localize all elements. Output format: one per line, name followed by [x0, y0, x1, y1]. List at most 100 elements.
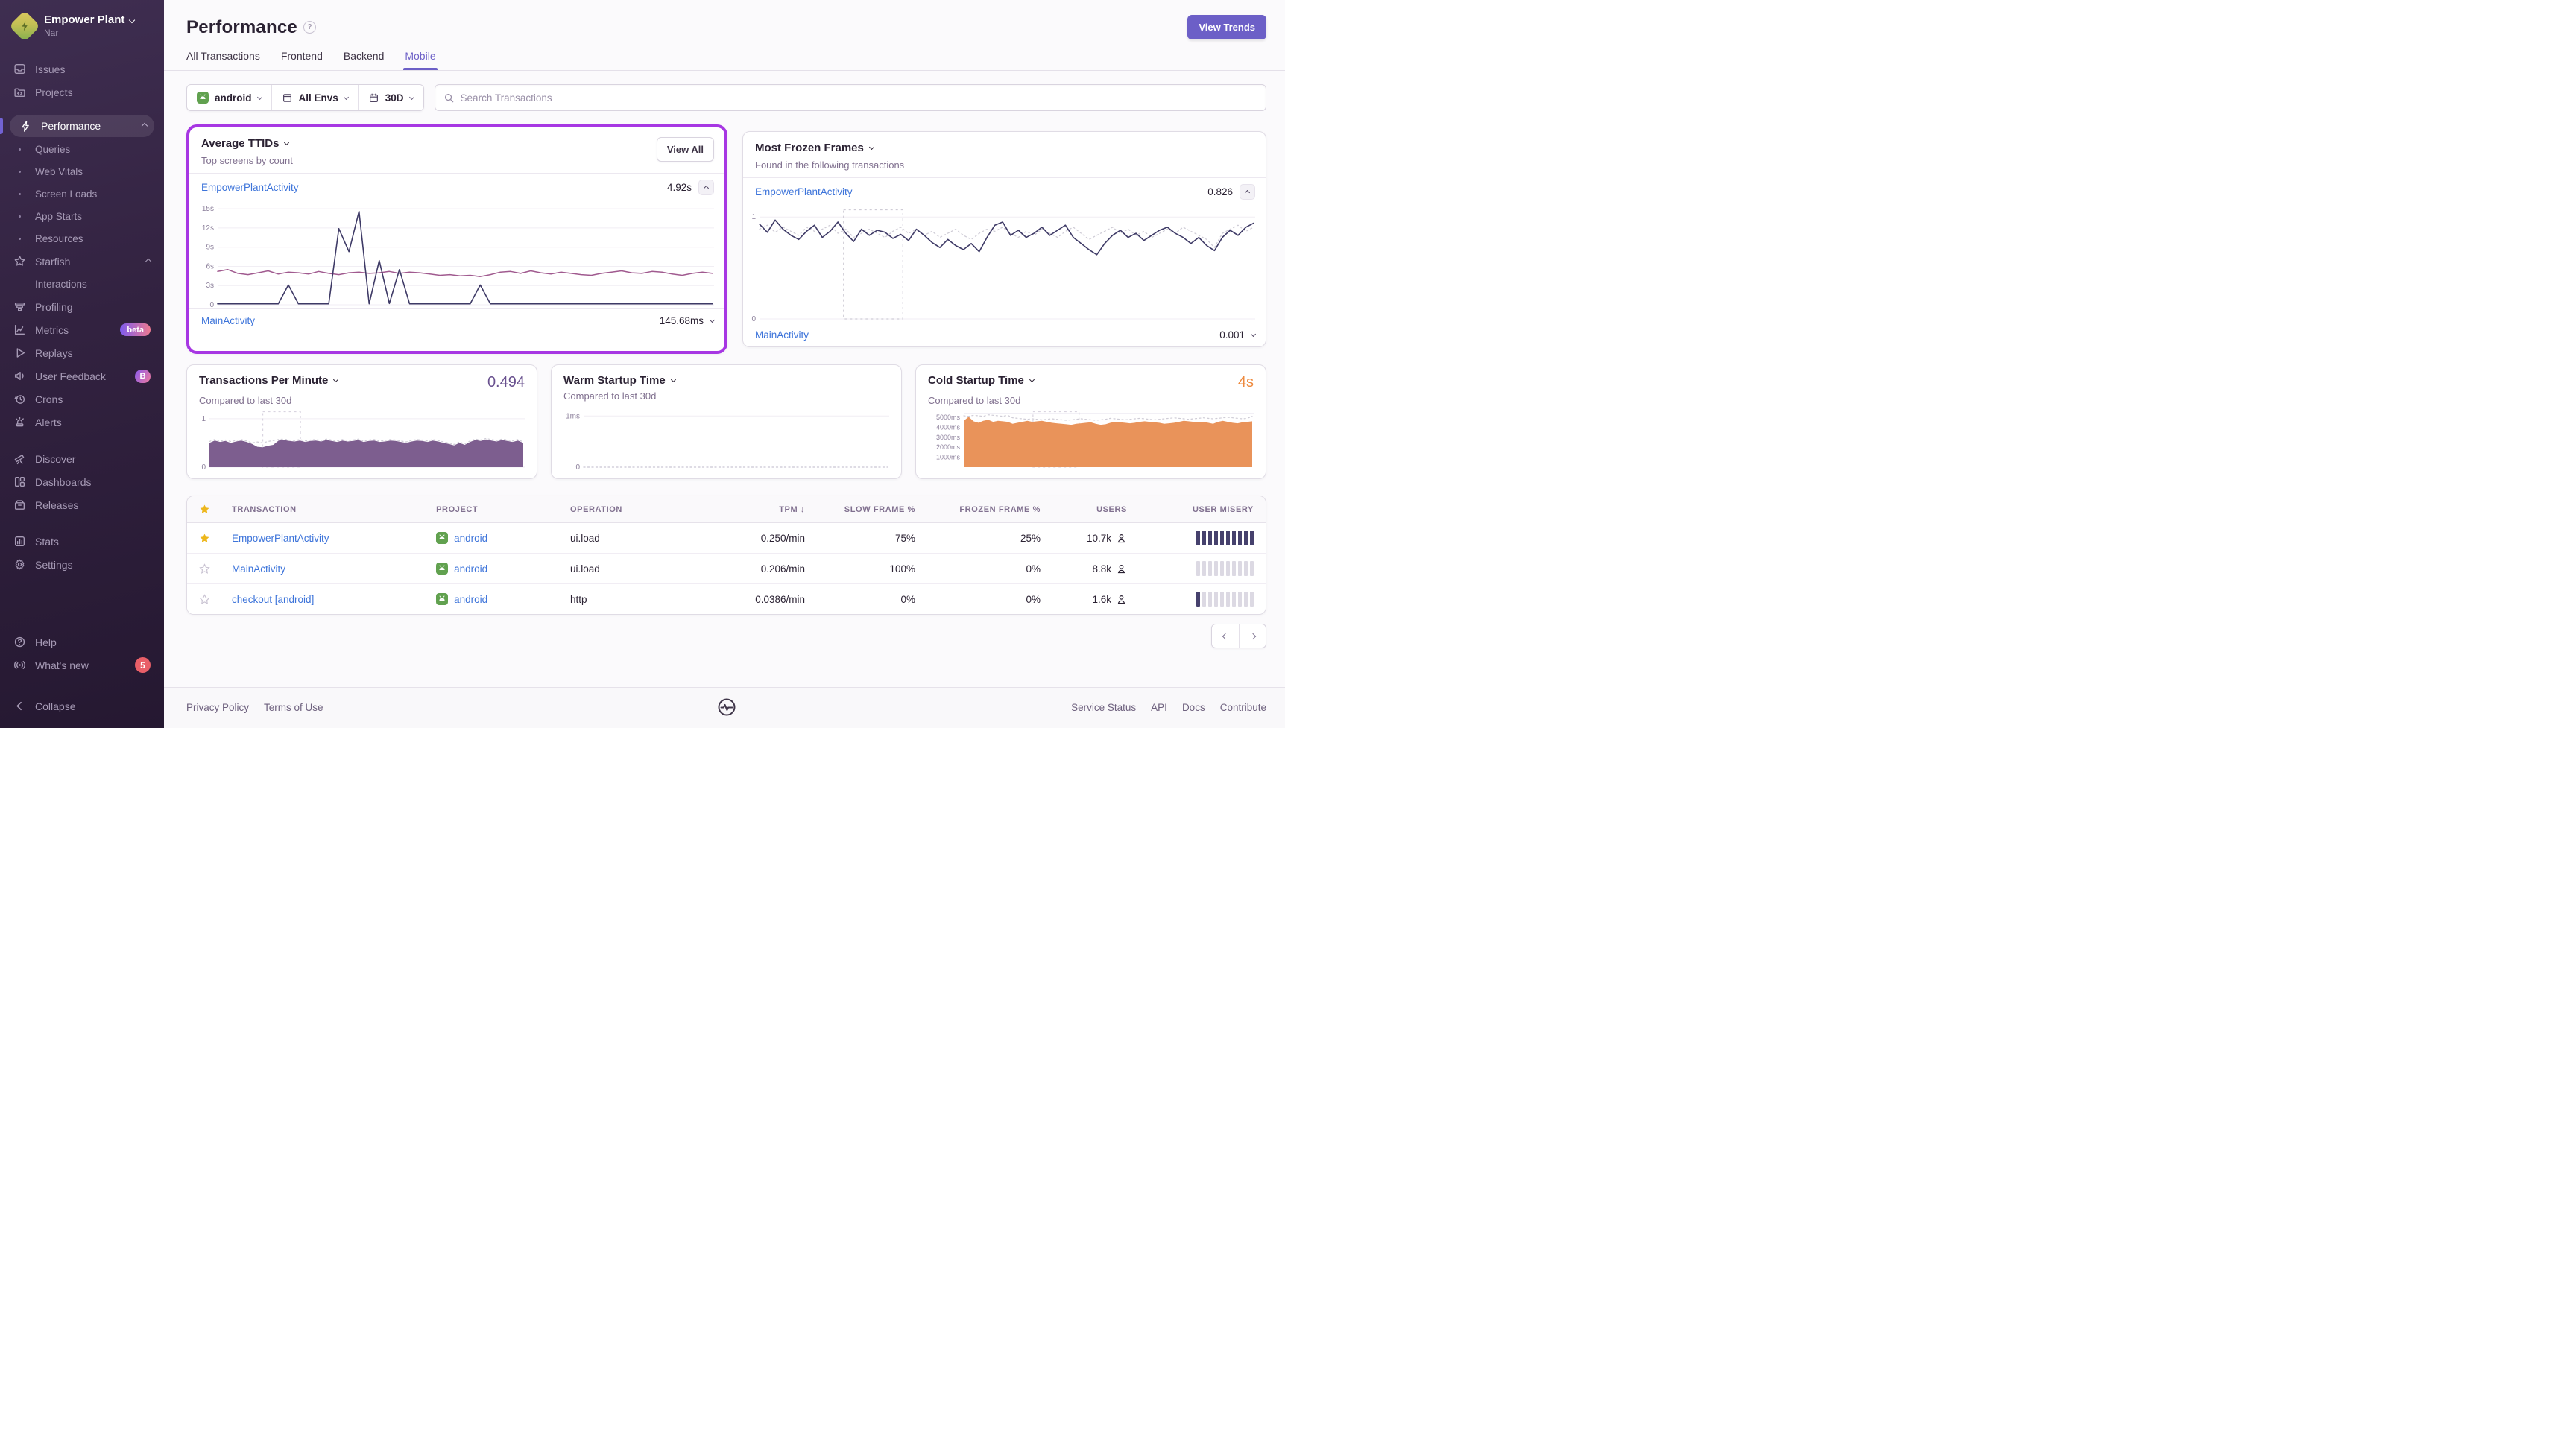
project-link[interactable]: android [454, 594, 487, 605]
sidebar-item-releases[interactable]: Releases [0, 493, 164, 516]
tab-backend[interactable]: Backend [344, 50, 384, 70]
expand-row-button[interactable] [1251, 332, 1256, 337]
collapse-row-button[interactable] [698, 180, 714, 195]
telescope-icon [13, 452, 26, 465]
page-title: Performance [186, 17, 297, 38]
contribute-link[interactable]: Contribute [1220, 702, 1266, 713]
sidebar-item-projects[interactable]: Projects [0, 80, 164, 104]
sidebar-collapse-button[interactable]: Collapse [0, 694, 164, 718]
chevron-left-icon [13, 700, 26, 712]
sidebar-item-web-vitals[interactable]: Web Vitals [0, 160, 164, 183]
ttid-bottom-value: 145.68ms [660, 315, 704, 326]
expand-row-button[interactable] [710, 317, 715, 323]
most-frozen-frames-subtitle: Found in the following transactions [755, 159, 1254, 171]
projects-icon [13, 86, 26, 98]
svg-text:3000ms: 3000ms [936, 434, 961, 441]
view-all-button[interactable]: View All [657, 137, 714, 162]
calendar-icon [368, 92, 379, 104]
svg-text:1: 1 [751, 213, 756, 221]
chevron-down-icon [284, 139, 289, 145]
svg-text:4000ms: 4000ms [936, 423, 961, 431]
privacy-policy-link[interactable]: Privacy Policy [186, 702, 249, 713]
org-switcher[interactable]: Empower Plant Nar [0, 13, 164, 38]
transactions-per-minute-card: Transactions Per Minute 0.494 Compared t… [186, 364, 537, 479]
transaction-link[interactable]: EmpowerPlantActivity [232, 533, 436, 544]
sidebar-item-settings[interactable]: Settings [0, 553, 164, 576]
next-page-button[interactable] [1239, 624, 1266, 648]
cold-startup-title[interactable]: Cold Startup Time [928, 374, 1034, 387]
svg-text:2000ms: 2000ms [936, 443, 961, 451]
sidebar-item-starfish[interactable]: Starfish [0, 250, 164, 273]
sidebar-item-resources[interactable]: Resources [0, 227, 164, 250]
tpm-chart: 10 [199, 411, 525, 469]
project-link[interactable]: android [454, 533, 487, 544]
sidebar-item-discover[interactable]: Discover [0, 447, 164, 470]
transaction-link[interactable]: MainActivity [201, 315, 255, 326]
favorite-star-toggle[interactable] [199, 594, 232, 605]
most-frozen-frames-title[interactable]: Most Frozen Frames [755, 142, 1254, 154]
date-range-filter[interactable]: 30D [358, 85, 423, 110]
average-ttids-card: Average TTIDs Top screens by count View … [186, 124, 727, 354]
sidebar-item-screen-loads[interactable]: Screen Loads [0, 183, 164, 205]
favorite-star-toggle[interactable] [199, 533, 232, 544]
collapse-row-button[interactable] [1240, 184, 1255, 200]
help-circle-icon [13, 636, 26, 648]
sidebar-item-profiling[interactable]: Profiling [0, 295, 164, 318]
tab-all-transactions[interactable]: All Transactions [186, 50, 260, 70]
search-input[interactable] [461, 92, 1257, 104]
sidebar-item-user-feedback[interactable]: User Feedback B [0, 364, 164, 387]
sidebar-item-whats-new[interactable]: What's new 5 [0, 653, 164, 677]
sidebar-item-crons[interactable]: Crons [0, 387, 164, 411]
sidebar-item-dashboards[interactable]: Dashboards [0, 470, 164, 493]
ttid-top-value: 4.92s [667, 182, 692, 193]
siren-icon [13, 416, 26, 428]
android-icon [197, 92, 209, 104]
transaction-link[interactable]: checkout [android] [232, 594, 436, 605]
transaction-link[interactable]: EmpowerPlantActivity [201, 182, 299, 193]
view-trends-button[interactable]: View Trends [1187, 15, 1266, 39]
sidebar-item-stats[interactable]: Stats [0, 530, 164, 553]
previous-page-button[interactable] [1212, 624, 1239, 648]
project-filter[interactable]: android [187, 85, 271, 110]
android-icon [436, 532, 448, 544]
terms-of-use-link[interactable]: Terms of Use [264, 702, 323, 713]
average-ttids-title[interactable]: Average TTIDs [201, 137, 713, 150]
service-status-link[interactable]: Service Status [1071, 702, 1136, 713]
help-icon[interactable]: ? [303, 21, 316, 34]
favorite-star-toggle[interactable] [199, 563, 232, 575]
cold-startup-value: 4s [1238, 374, 1254, 391]
issues-icon [13, 63, 26, 75]
sidebar-item-performance[interactable]: Performance [10, 115, 154, 137]
most-frozen-frames-card: Most Frozen Frames Found in the followin… [742, 131, 1266, 347]
warm-startup-title[interactable]: Warm Startup Time [563, 374, 675, 387]
sidebar-item-queries[interactable]: Queries [0, 138, 164, 160]
transaction-link[interactable]: MainActivity [232, 563, 436, 575]
android-icon [436, 563, 448, 575]
tab-mobile[interactable]: Mobile [405, 50, 435, 70]
sidebar-nav: Issues Projects Performance Queries Web … [0, 57, 164, 576]
cold-startup-chart: 5000ms4000ms3000ms2000ms1000ms [928, 411, 1254, 469]
sidebar-item-issues[interactable]: Issues [0, 57, 164, 80]
tab-bar: All Transactions Frontend Backend Mobile [164, 50, 1285, 71]
project-link[interactable]: android [454, 563, 487, 575]
user-icon [1116, 533, 1127, 544]
app-root: Empower Plant Nar Issues Projects Perfor… [0, 0, 1285, 728]
docs-link[interactable]: Docs [1182, 702, 1205, 713]
svg-text:5000ms: 5000ms [936, 414, 961, 421]
api-link[interactable]: API [1151, 702, 1167, 713]
sidebar-item-interactions[interactable]: Interactions [0, 273, 164, 295]
svg-text:0: 0 [201, 463, 206, 469]
svg-text:1: 1 [201, 415, 206, 423]
tab-frontend[interactable]: Frontend [281, 50, 323, 70]
sidebar-item-help[interactable]: Help [0, 630, 164, 653]
sidebar-item-metrics[interactable]: Metrics beta [0, 318, 164, 341]
sidebar-item-app-starts[interactable]: App Starts [0, 205, 164, 227]
average-ttids-subtitle: Top screens by count [201, 155, 713, 166]
transaction-link[interactable]: MainActivity [755, 329, 809, 341]
sidebar-item-alerts[interactable]: Alerts [0, 411, 164, 434]
tpm-title[interactable]: Transactions Per Minute [199, 374, 338, 387]
transaction-link[interactable]: EmpowerPlantActivity [755, 186, 853, 197]
user-icon [1116, 563, 1127, 575]
sidebar-item-replays[interactable]: Replays [0, 341, 164, 364]
environment-filter[interactable]: All Envs [271, 85, 358, 110]
